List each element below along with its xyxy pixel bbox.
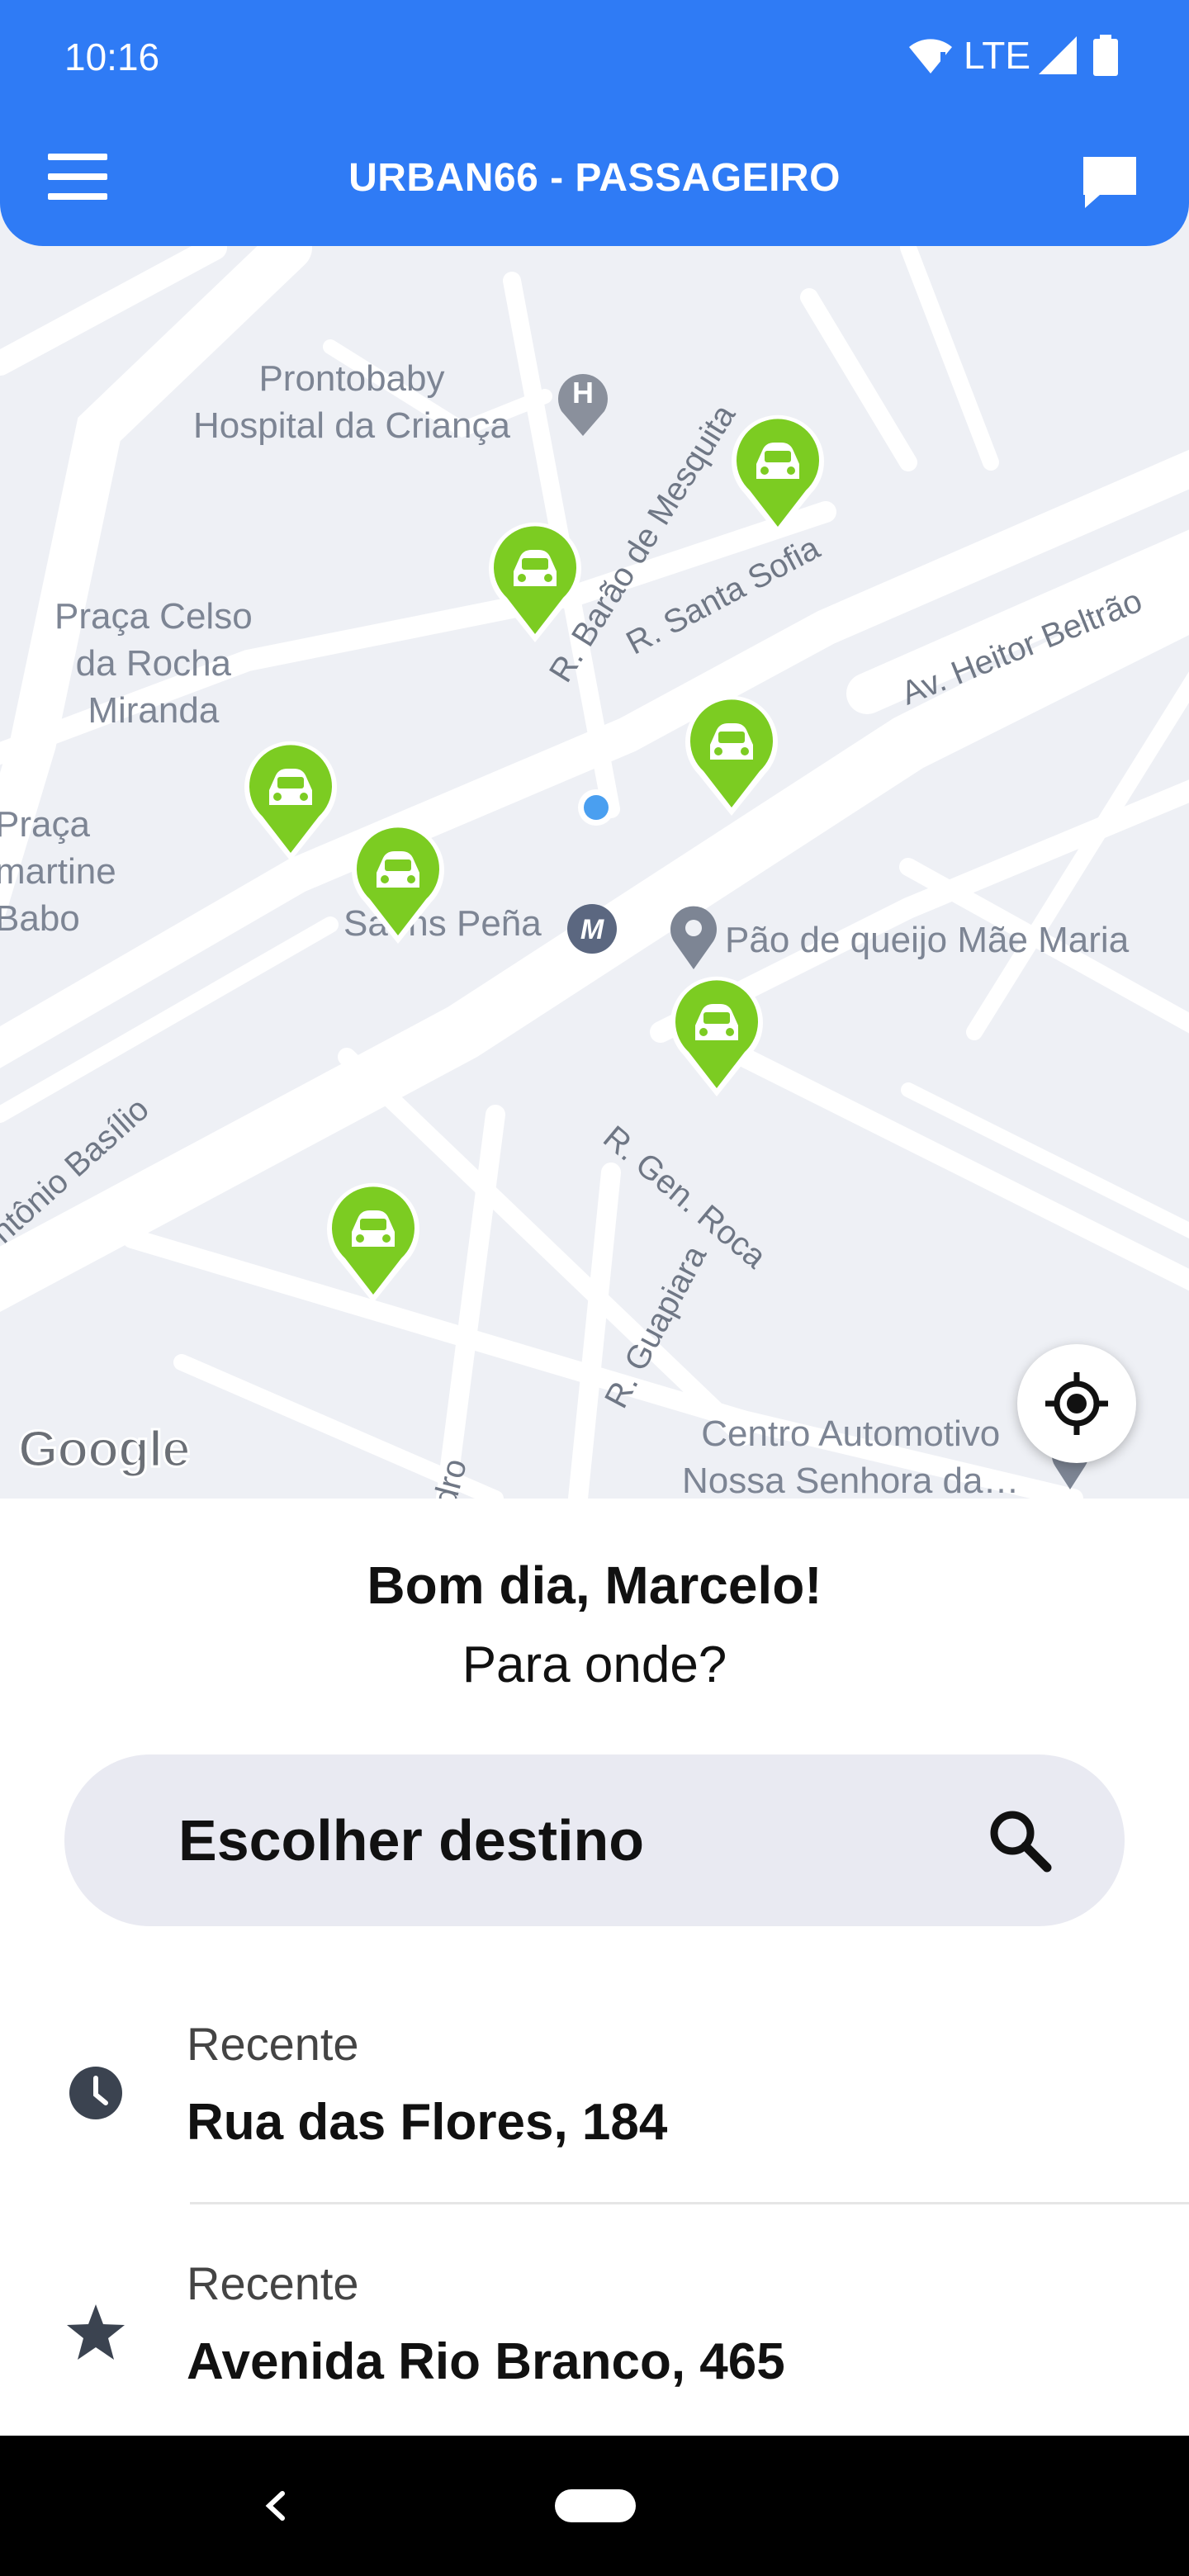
recent-address: Rua das Flores, 184 [187, 2094, 668, 2151]
map-place-praca-celso: Praça Celso da Rocha Miranda [54, 596, 253, 732]
car-marker-icon[interactable] [666, 974, 768, 1098]
network-type: LTE [964, 34, 1030, 77]
wifi-icon [909, 39, 953, 73]
map-place-prontobaby: Prontobaby Hospital da Criança [193, 358, 510, 447]
destination-search-button[interactable]: Escolher destino [64, 1754, 1125, 1926]
recent-address: Avenida Rio Branco, 465 [187, 2333, 785, 2390]
system-nav-bar [0, 2436, 1189, 2576]
destination-panel: Bom dia, Marcelo! Para onde? Escolher de… [0, 1499, 1189, 2436]
recent-destination-item[interactable]: Recente Rua das Flores, 184 [0, 1986, 1189, 2209]
battery-icon [1093, 35, 1118, 76]
google-attribution: Google [17, 1420, 192, 1480]
app-header: 10:16 LTE URBAN66 - PASSAGEIRO [0, 0, 1189, 246]
home-pill-button[interactable] [555, 2489, 636, 2522]
where-to-prompt: Para onde? [462, 1636, 727, 1693]
list-divider [190, 2202, 1189, 2204]
map-place-centro-automotivo: Centro Automotivo Nossa Senhora da… [682, 1413, 1020, 1499]
signal-icon [1039, 36, 1077, 74]
clock-icon [69, 2067, 122, 2119]
car-marker-icon[interactable] [727, 413, 829, 537]
car-marker-icon[interactable] [322, 1181, 424, 1305]
svg-text:H: H [572, 376, 594, 410]
metro-icon: M [567, 904, 617, 954]
star-icon [67, 2304, 125, 2360]
recent-destination-item[interactable]: Recente Avenida Rio Branco, 465 [0, 2225, 1189, 2448]
crosshair-icon [1045, 1372, 1108, 1435]
hospital-icon: H [558, 374, 608, 436]
map-place-pao-de-queijo: Pão de queijo Mãe Maria [725, 920, 1130, 960]
recent-label: Recente [187, 2018, 359, 2070]
car-marker-icon[interactable] [484, 520, 586, 644]
search-label: Escolher destino [178, 1808, 645, 1873]
status-icons: LTE [907, 33, 1120, 78]
back-chevron-icon[interactable] [248, 2477, 306, 2535]
place-pin-icon [670, 906, 717, 969]
svg-text:M: M [580, 914, 604, 945]
chat-bubble-icon[interactable] [1080, 154, 1139, 211]
app-title: URBAN66 - PASSAGEIRO [348, 156, 841, 200]
status-time: 10:16 [64, 36, 160, 78]
greeting-text: Bom dia, Marcelo! [367, 1556, 822, 1615]
my-location-button[interactable] [1017, 1344, 1136, 1463]
recent-label: Recente [187, 2257, 359, 2309]
car-marker-icon[interactable] [680, 694, 783, 817]
map-place-praca-lamartine: Praça martine Babo [0, 804, 116, 940]
search-icon [990, 1811, 1052, 1873]
car-marker-icon[interactable] [347, 822, 449, 945]
car-marker-icon[interactable] [239, 739, 342, 863]
